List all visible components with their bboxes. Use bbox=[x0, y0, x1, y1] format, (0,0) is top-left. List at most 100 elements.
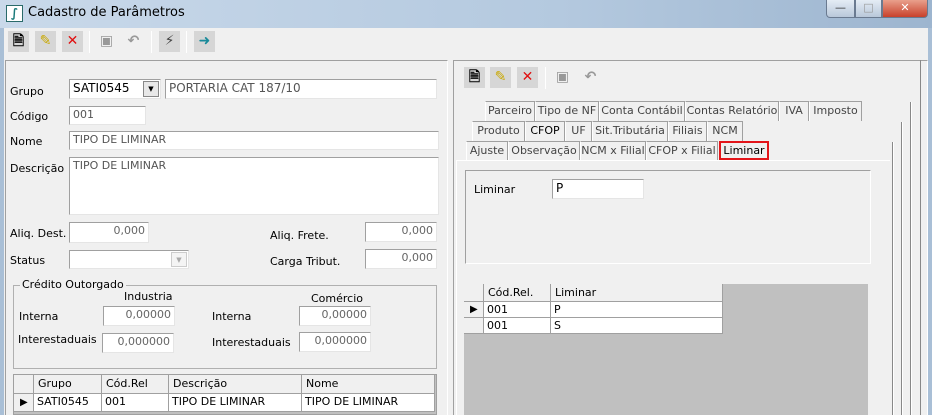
maximize-icon: □ bbox=[863, 1, 874, 14]
close-button[interactable]: ✕ bbox=[882, 0, 928, 18]
table-cell[interactable]: P bbox=[551, 302, 723, 318]
new-button[interactable]: 🗎 bbox=[8, 31, 29, 52]
table-cell[interactable]: SATI0545 bbox=[34, 394, 102, 412]
tab-produto[interactable]: Produto bbox=[472, 121, 525, 141]
comercio-interna-field[interactable]: 0,00000 bbox=[299, 306, 371, 326]
descricao-label: Descrição bbox=[10, 162, 65, 175]
carga-tribut-field[interactable]: 0,000 bbox=[365, 249, 437, 269]
liminar-grid[interactable]: Cód.Rel. Liminar ▶ 001 P 001 S bbox=[464, 284, 868, 415]
aliq-frete-field[interactable]: 0,000 bbox=[365, 222, 437, 242]
tab-page-edge bbox=[910, 102, 912, 415]
tab-imposto[interactable]: Imposto bbox=[809, 101, 862, 121]
grid-header-grupo[interactable]: Grupo bbox=[34, 375, 102, 394]
tab-iva[interactable]: IVA bbox=[779, 101, 809, 121]
grupo-description-field[interactable]: PORTARIA CAT 187/10 bbox=[165, 79, 437, 99]
detail-undo-button[interactable]: ↶ bbox=[580, 67, 601, 88]
industria-header: Industria bbox=[124, 290, 173, 303]
tab-observacao[interactable]: Observação bbox=[508, 141, 580, 161]
industria-interestaduais-field[interactable]: 0,000000 bbox=[102, 333, 174, 353]
descricao-textarea[interactable]: TIPO DE LIMINAR bbox=[69, 157, 439, 215]
grid-header-cod-rel[interactable]: Cód.Rel. bbox=[484, 284, 551, 302]
grid-header-cod-rel[interactable]: Cód.Rel bbox=[102, 375, 169, 394]
main-grid[interactable]: Grupo Cód.Rel Descrição Nome ▶ SATI0545 … bbox=[13, 374, 437, 415]
tab-ajuste[interactable]: Ajuste bbox=[466, 141, 508, 161]
credito-outorgado-group bbox=[13, 285, 437, 369]
comercio-interna-label: Interna bbox=[212, 310, 252, 323]
aliq-dest-label: Aliq. Dest. bbox=[10, 227, 67, 240]
undo-icon: ↶ bbox=[584, 69, 597, 85]
filter-button[interactable]: ⚡ bbox=[159, 31, 180, 52]
detail-new-button[interactable]: 🗎 bbox=[464, 67, 485, 88]
tab-ncm-x-filial[interactable]: NCM x Filial bbox=[580, 141, 646, 161]
tab-page-edge bbox=[901, 122, 903, 415]
tab-filiais[interactable]: Filiais bbox=[668, 121, 707, 141]
table-cell[interactable]: 001 bbox=[102, 394, 169, 412]
status-label: Status bbox=[10, 254, 46, 267]
credito-outorgado-legend: Crédito Outorgado bbox=[20, 278, 126, 291]
tab-conta-contabil[interactable]: Conta Contábil bbox=[599, 101, 685, 121]
tab-cfop-x-filial[interactable]: CFOP x Filial bbox=[646, 141, 718, 161]
chevron-down-icon[interactable]: ▼ bbox=[171, 252, 187, 267]
save-icon: ▣ bbox=[99, 33, 114, 49]
tab-cfop[interactable]: CFOP bbox=[525, 121, 565, 141]
save-button[interactable]: ▣ bbox=[96, 31, 117, 52]
codigo-label: Código bbox=[10, 110, 49, 123]
liminar-box bbox=[465, 170, 871, 264]
delete-icon: ✕ bbox=[521, 69, 534, 85]
window-title: Cadastro de Parâmetros bbox=[28, 5, 185, 20]
grupo-select[interactable]: SATI0545 ▼ bbox=[69, 79, 161, 99]
detail-edit-button[interactable]: ✎ bbox=[490, 67, 511, 88]
tab-uf[interactable]: UF bbox=[565, 121, 592, 141]
tab-ncm[interactable]: NCM bbox=[707, 121, 743, 141]
tab-contas-relatorio[interactable]: Contas Relatório bbox=[685, 101, 779, 121]
table-cell[interactable]: TIPO DE LIMINAR bbox=[302, 394, 435, 412]
table-cell[interactable]: S bbox=[551, 318, 723, 334]
grid-header-descricao[interactable]: Descrição bbox=[169, 375, 302, 394]
industria-interna-field[interactable]: 0,00000 bbox=[103, 306, 175, 326]
edit-button[interactable]: ✎ bbox=[35, 31, 56, 52]
toolbar-separator bbox=[186, 31, 187, 53]
carga-tribut-label: Carga Tribut. bbox=[270, 255, 341, 268]
toolbar-separator bbox=[89, 31, 90, 53]
close-icon: ✕ bbox=[900, 1, 910, 14]
liminar-field[interactable]: P bbox=[552, 179, 644, 199]
minimize-button[interactable]: — bbox=[826, 0, 855, 18]
detail-delete-button[interactable]: ✕ bbox=[517, 67, 538, 88]
chevron-down-icon[interactable]: ▼ bbox=[143, 81, 159, 97]
toolbar-separator bbox=[545, 67, 546, 89]
comercio-interestaduais-field[interactable]: 0,000000 bbox=[299, 332, 371, 352]
table-cell[interactable]: 001 bbox=[484, 318, 551, 334]
minimize-icon: — bbox=[835, 1, 846, 14]
edit-icon: ✎ bbox=[39, 33, 52, 49]
grid-header-nome[interactable]: Nome bbox=[302, 375, 435, 394]
row-indicator-icon: ▶ bbox=[464, 302, 484, 318]
comercio-header: Comércio bbox=[311, 292, 364, 305]
status-select[interactable]: ▼ bbox=[69, 250, 189, 269]
tab-tipo-de-nf[interactable]: Tipo de NF bbox=[535, 101, 599, 121]
undo-button[interactable]: ↶ bbox=[123, 31, 144, 52]
tab-parceiro[interactable]: Parceiro bbox=[485, 101, 535, 121]
industria-interna-label: Interna bbox=[19, 310, 59, 323]
tab-sit-tributaria[interactable]: Sit.Tributária bbox=[592, 121, 668, 141]
codigo-field[interactable]: 001 bbox=[69, 106, 146, 125]
app-icon: ∫ bbox=[6, 5, 23, 22]
tab-page-edge bbox=[892, 142, 894, 415]
edit-icon: ✎ bbox=[494, 69, 507, 85]
maximize-button[interactable]: □ bbox=[855, 0, 882, 18]
table-cell[interactable]: 001 bbox=[484, 302, 551, 318]
delete-button[interactable]: ✕ bbox=[62, 31, 83, 52]
title-bar: ∫ Cadastro de Parâmetros — □ ✕ bbox=[0, 0, 932, 28]
filter-icon: ⚡ bbox=[164, 33, 175, 49]
exit-icon: ➜ bbox=[198, 33, 211, 49]
aliq-dest-field[interactable]: 0,000 bbox=[69, 222, 149, 243]
grupo-value: SATI0545 bbox=[73, 81, 130, 95]
nome-label: Nome bbox=[10, 135, 43, 148]
grid-header-liminar[interactable]: Liminar bbox=[551, 284, 723, 302]
detail-save-button[interactable]: ▣ bbox=[552, 67, 573, 88]
row-indicator-icon: ▶ bbox=[14, 394, 34, 412]
tab-liminar[interactable]: Liminar bbox=[719, 141, 769, 160]
delete-icon: ✕ bbox=[66, 33, 79, 49]
table-cell[interactable]: TIPO DE LIMINAR bbox=[169, 394, 302, 412]
nome-field[interactable]: TIPO DE LIMINAR bbox=[69, 131, 439, 150]
exit-button[interactable]: ➜ bbox=[194, 31, 215, 52]
